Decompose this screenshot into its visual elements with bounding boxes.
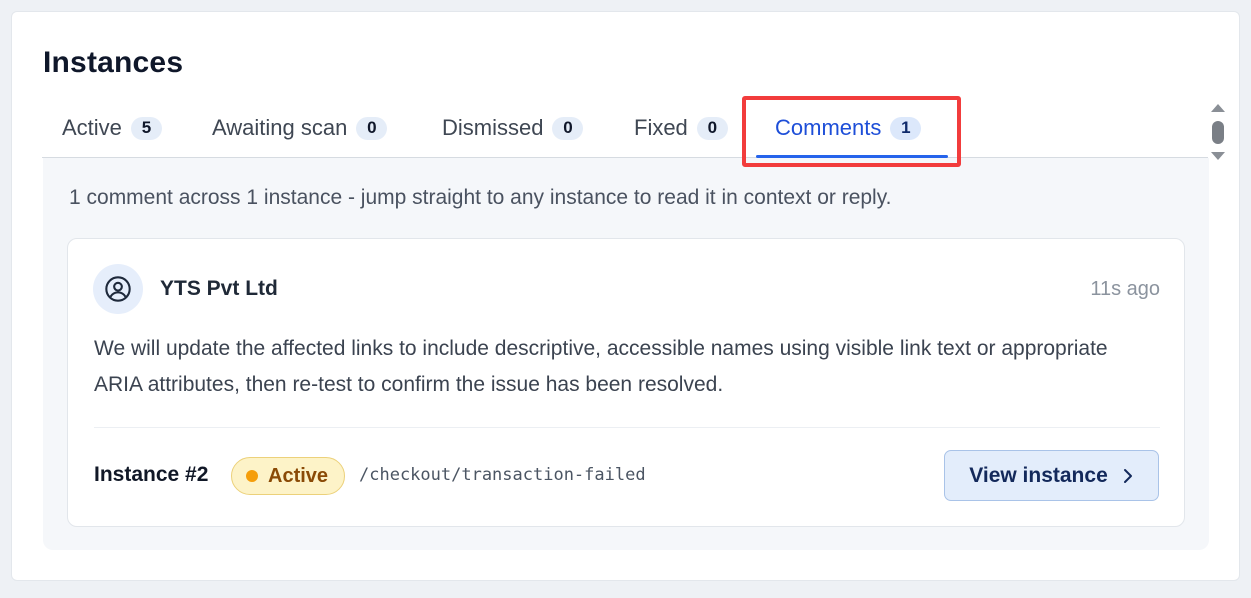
comment-text: We will update the affected links to inc… — [94, 337, 1108, 396]
instance-tabs: Active 5 Awaiting scan 0 Dismissed 0 Fix… — [42, 102, 1208, 158]
tab-label: Awaiting scan — [212, 115, 348, 140]
scroll-thumb[interactable] — [1212, 121, 1224, 144]
tab-label: Comments — [775, 115, 882, 140]
scroll-up-arrow-icon[interactable] — [1211, 104, 1225, 112]
tab-count: 0 — [356, 116, 388, 140]
avatar — [93, 264, 143, 314]
comments-summary: 1 comment across 1 instance - jump strai… — [69, 186, 892, 209]
tab-count: 0 — [552, 116, 584, 140]
comment-author: YTS Pvt Ltd — [160, 277, 278, 300]
view-instance-label: View instance — [969, 463, 1108, 487]
instances-card: Instances Active 5 Awaiting scan 0 Dismi… — [11, 11, 1240, 581]
status-label: Active — [268, 464, 329, 487]
tab-label: Dismissed — [442, 115, 544, 140]
tab-dismissed[interactable]: Dismissed 0 — [442, 102, 584, 158]
instance-label: Instance #2 — [94, 463, 209, 486]
tab-label: Fixed — [634, 115, 688, 140]
chevron-right-icon — [1123, 468, 1132, 483]
view-instance-button[interactable]: View instance — [944, 450, 1159, 501]
comment-divider — [94, 427, 1160, 428]
scroll-down-arrow-icon[interactable] — [1211, 152, 1225, 160]
comment-timestamp: 11s ago — [1090, 278, 1160, 300]
comments-panel: 1 comment across 1 instance - jump strai… — [43, 158, 1209, 550]
page-title: Instances — [43, 46, 184, 79]
instance-path: /checkout/transaction-failed — [359, 465, 646, 485]
tab-awaiting-scan[interactable]: Awaiting scan 0 — [212, 102, 388, 158]
tab-label: Active — [62, 115, 122, 140]
tab-count: 5 — [130, 116, 162, 140]
status-badge: Active — [231, 457, 346, 495]
tab-count: 1 — [890, 116, 922, 140]
user-circle-icon — [105, 276, 131, 302]
comment-card: YTS Pvt Ltd 11s ago We will update the a… — [67, 238, 1185, 527]
status-dot-icon — [246, 470, 258, 482]
tabs-scrollbar[interactable] — [1208, 102, 1228, 164]
tab-count: 0 — [696, 116, 728, 140]
tab-fixed[interactable]: Fixed 0 — [634, 102, 728, 158]
tab-comments[interactable]: Comments 1 — [775, 102, 922, 158]
tab-active[interactable]: Active 5 — [62, 102, 162, 158]
